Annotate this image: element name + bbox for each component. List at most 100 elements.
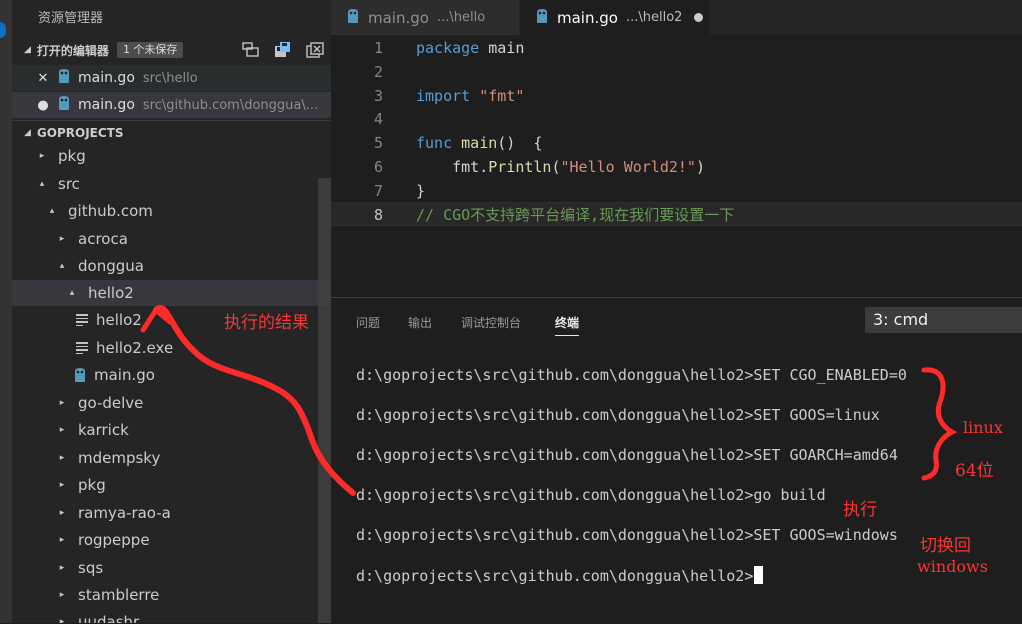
terminal-line: d:\goprojects\src\github.com\donggua\hel…: [356, 446, 898, 464]
open-editor-path: src\hello: [142, 70, 198, 86]
annotation-result: 执行的结果: [224, 313, 309, 333]
tree-file[interactable]: main.go: [12, 362, 331, 388]
code-comment: // CGO不支持跨平台编译,现在我们要设置一下: [416, 206, 735, 224]
tab-terminal-label: 终端: [555, 316, 580, 330]
editor-tab-bar: main.go ...\hello main.go ...\hello2: [331, 0, 1022, 35]
tree-folder[interactable]: ▸ pkg: [12, 143, 331, 169]
go-gopher-icon: [58, 68, 70, 88]
tab-path: ...\hello: [436, 10, 486, 25]
chevron-right-icon: ▸: [59, 535, 65, 545]
tree-folder[interactable]: ▴ src: [12, 171, 331, 197]
tab-main-go-hello2[interactable]: main.go ...\hello2: [520, 0, 710, 35]
project-label: GOPROJECTS: [36, 126, 124, 140]
tree-folder[interactable]: ▸ stamblerre: [12, 582, 331, 608]
project-header[interactable]: ◢ GOPROJECTS: [12, 120, 331, 145]
tab-terminal[interactable]: 终端: [555, 314, 580, 336]
code-text: }: [416, 182, 426, 200]
terminal-line: d:\goprojects\src\github.com\donggua\hel…: [356, 567, 754, 585]
tree-folder[interactable]: ▸ acroca: [12, 226, 331, 252]
tab-problems[interactable]: 问题: [356, 314, 380, 331]
tree-label: donggua: [78, 257, 144, 275]
open-editor-item[interactable]: ● main.go src\github.com\donggua\...: [12, 92, 331, 118]
tree-label: mdempsky: [78, 449, 161, 467]
tree-folder[interactable]: ▸ ramya-rao-a: [12, 500, 331, 526]
terminal-line: d:\goprojects\src\github.com\donggua\hel…: [356, 526, 898, 544]
tree-label: pkg: [58, 147, 86, 165]
sidebar-scrollbar[interactable]: [318, 178, 331, 623]
annotation-linux: linux: [963, 418, 1003, 437]
close-icon[interactable]: ✕: [36, 71, 50, 86]
tree-folder[interactable]: ▸ rogpeppe: [12, 527, 331, 553]
tree-label: hello2: [96, 311, 142, 329]
tab-output[interactable]: 输出: [408, 314, 432, 331]
tree-file[interactable]: hello2.exe: [12, 335, 331, 361]
chevron-down-icon: ◢: [24, 45, 31, 55]
go-gopher-icon: [536, 8, 548, 28]
line-number: 3: [373, 87, 383, 105]
tree-label: main.go: [94, 366, 155, 384]
go-gopher-icon: [58, 95, 70, 115]
chevron-right-icon: ▸: [59, 480, 65, 490]
code-line: 4: [331, 107, 1022, 131]
tree-label: go-delve: [78, 394, 144, 412]
annotation-64bit: 64位: [955, 461, 994, 481]
tree-label: github.com: [68, 202, 153, 220]
tab-debug-console[interactable]: 调试控制台: [461, 314, 521, 331]
tree-folder[interactable]: ▸ pkg: [12, 472, 331, 498]
chevron-down-icon: ▴: [39, 179, 45, 189]
open-editors-label: 打开的编辑器: [36, 43, 109, 58]
tree-folder[interactable]: ▸ go-delve: [12, 390, 331, 416]
tree-folder[interactable]: ▸ sqs: [12, 555, 331, 581]
code-text: fmt.Println("Hello World2!"): [416, 158, 705, 176]
code-line-current: 8 // CGO不支持跨平台编译,现在我们要设置一下: [331, 202, 1022, 226]
chevron-down-icon: ▴: [59, 261, 65, 271]
tree-folder[interactable]: ▸ karrick: [12, 417, 331, 443]
terminal-line: d:\goprojects\src\github.com\donggua\hel…: [356, 486, 826, 504]
code-line: 2: [331, 60, 1022, 84]
tree-folder[interactable]: ▴ donggua: [12, 253, 331, 279]
annotation-switch-back: 切换回: [920, 536, 971, 556]
chevron-right-icon: ▸: [59, 617, 65, 623]
file-lines-icon: [76, 342, 88, 354]
chevron-right-icon: ▸: [59, 508, 65, 518]
open-editor-filename: main.go: [78, 97, 135, 113]
tree-label: pkg: [78, 476, 106, 494]
new-file-icon[interactable]: [241, 40, 261, 60]
code-text: package main: [416, 39, 525, 57]
close-all-icon[interactable]: [305, 40, 325, 60]
tree-label: ramya-rao-a: [78, 504, 171, 522]
tree-label: hello2: [88, 284, 134, 302]
unsaved-dot-icon[interactable]: ●: [36, 98, 50, 113]
open-editor-item[interactable]: ✕ main.go src\hello: [12, 65, 331, 91]
code-line: 7 }: [331, 179, 1022, 203]
terminal-cursor: [754, 566, 764, 584]
code-editor[interactable]: 1 package main 2 3 import "fmt" 4 5 func…: [331, 35, 1022, 297]
line-number: 5: [373, 134, 383, 152]
go-gopher-icon: [74, 367, 86, 383]
chevron-right-icon: ▸: [59, 398, 65, 408]
open-editors-header[interactable]: ◢ 打开的编辑器 1 个未保存: [12, 38, 331, 62]
unsaved-dot-icon[interactable]: [694, 13, 704, 22]
code-line: 5 func main() {: [331, 131, 1022, 155]
sidebar-title: 资源管理器: [38, 11, 104, 26]
unsaved-count-badge: 1 个未保存: [116, 42, 184, 58]
tab-main-go-hello[interactable]: main.go ...\hello: [331, 0, 519, 35]
tree-folder[interactable]: ▴ github.com: [12, 198, 331, 224]
code-line: 3 import "fmt": [331, 84, 1022, 108]
tree-folder[interactable]: ▴ hello2: [12, 280, 331, 306]
line-number: 7: [373, 182, 383, 200]
chevron-right-icon: ▸: [59, 234, 65, 244]
file-lines-icon: [76, 314, 88, 326]
chevron-down-icon: ◢: [24, 128, 31, 138]
tree-label: sqs: [78, 559, 104, 577]
save-all-icon[interactable]: [273, 40, 293, 60]
tree-folder[interactable]: ▸ mdempsky: [12, 445, 331, 471]
code-line: 1 package main: [331, 36, 1022, 60]
terminal-select[interactable]: 3: cmd: [865, 307, 1022, 333]
tree-folder[interactable]: ▸ uudashr: [12, 609, 331, 623]
line-number: 4: [373, 110, 383, 128]
go-gopher-icon: [347, 8, 359, 28]
terminal-prompt[interactable]: d:\goprojects\src\github.com\donggua\hel…: [356, 566, 764, 585]
tab-label: main.go: [557, 8, 618, 27]
tree-label: karrick: [78, 421, 129, 439]
